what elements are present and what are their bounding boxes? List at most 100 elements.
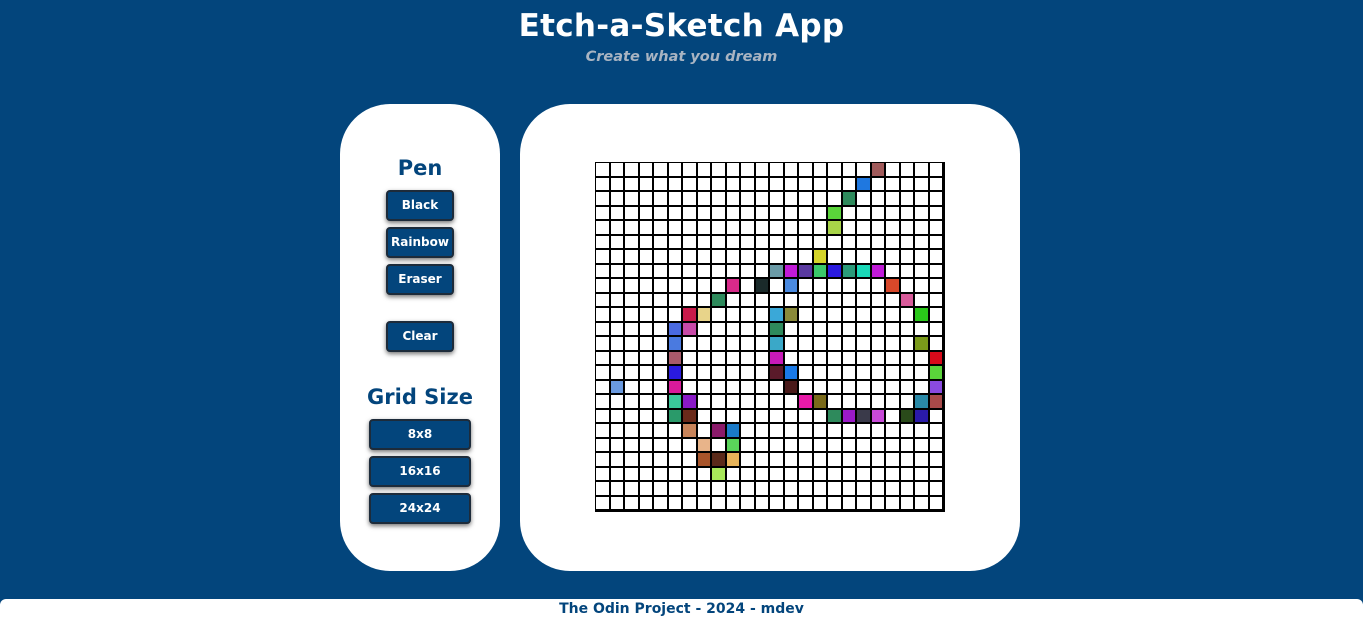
grid-cell[interactable] <box>929 163 944 178</box>
grid-cell[interactable] <box>799 264 814 279</box>
grid-cell[interactable] <box>886 337 901 352</box>
grid-cell[interactable] <box>625 424 640 439</box>
grid-cell[interactable] <box>668 163 683 178</box>
grid-cell[interactable] <box>741 264 756 279</box>
grid-cell[interactable] <box>784 308 799 323</box>
grid-cell[interactable] <box>842 206 857 221</box>
grid-cell[interactable] <box>596 235 611 250</box>
grid-cell[interactable] <box>654 192 669 207</box>
grid-cell[interactable] <box>813 351 828 366</box>
grid-cell[interactable] <box>871 221 886 236</box>
grid-cell[interactable] <box>726 235 741 250</box>
grid-cell[interactable] <box>668 221 683 236</box>
grid-cell[interactable] <box>857 496 872 511</box>
grid-cell[interactable] <box>813 453 828 468</box>
grid-cell[interactable] <box>697 366 712 381</box>
grid-cell[interactable] <box>784 206 799 221</box>
grid-cell[interactable] <box>770 424 785 439</box>
grid-cell[interactable] <box>683 366 698 381</box>
grid-cell[interactable] <box>726 163 741 178</box>
grid-cell[interactable] <box>915 482 930 497</box>
grid-cell[interactable] <box>610 366 625 381</box>
grid-cell[interactable] <box>639 192 654 207</box>
grid-cell[interactable] <box>726 322 741 337</box>
grid-cell[interactable] <box>596 395 611 410</box>
grid-cell[interactable] <box>683 453 698 468</box>
grid-cell[interactable] <box>625 235 640 250</box>
grid-cell[interactable] <box>857 366 872 381</box>
grid-cell[interactable] <box>726 177 741 192</box>
grid-cell[interactable] <box>683 279 698 294</box>
grid-cell[interactable] <box>668 424 683 439</box>
grid-cell[interactable] <box>915 163 930 178</box>
grid-cell[interactable] <box>596 453 611 468</box>
grid-cell[interactable] <box>625 293 640 308</box>
grid-cell[interactable] <box>784 380 799 395</box>
grid-cell[interactable] <box>915 221 930 236</box>
grid-cell[interactable] <box>654 264 669 279</box>
grid-cell[interactable] <box>610 380 625 395</box>
grid-cell[interactable] <box>741 163 756 178</box>
grid-cell[interactable] <box>610 351 625 366</box>
grid-cell[interactable] <box>900 250 915 265</box>
grid-cell[interactable] <box>596 496 611 511</box>
grid-cell[interactable] <box>900 380 915 395</box>
grid-cell[interactable] <box>857 177 872 192</box>
grid-cell[interactable] <box>639 293 654 308</box>
grid-cell[interactable] <box>929 250 944 265</box>
grid-cell[interactable] <box>813 163 828 178</box>
grid-cell[interactable] <box>857 206 872 221</box>
grid-cell[interactable] <box>799 279 814 294</box>
grid-cell[interactable] <box>697 380 712 395</box>
grid-cell[interactable] <box>784 322 799 337</box>
grid-cell[interactable] <box>639 380 654 395</box>
grid-cell[interactable] <box>697 322 712 337</box>
grid-cell[interactable] <box>770 221 785 236</box>
grid-cell[interactable] <box>697 221 712 236</box>
grid-cell[interactable] <box>639 322 654 337</box>
grid-cell[interactable] <box>596 467 611 482</box>
grid-cell[interactable] <box>915 409 930 424</box>
grid-cell[interactable] <box>712 322 727 337</box>
grid-cell[interactable] <box>726 192 741 207</box>
grid-cell[interactable] <box>654 322 669 337</box>
grid-cell[interactable] <box>929 192 944 207</box>
grid-cell[interactable] <box>668 351 683 366</box>
grid-cell[interactable] <box>770 409 785 424</box>
grid-cell[interactable] <box>625 496 640 511</box>
grid-cell[interactable] <box>625 467 640 482</box>
grid-cell[interactable] <box>770 438 785 453</box>
grid-cell[interactable] <box>683 409 698 424</box>
grid-cell[interactable] <box>596 322 611 337</box>
grid-cell[interactable] <box>828 482 843 497</box>
grid-cell[interactable] <box>596 206 611 221</box>
grid-cell[interactable] <box>915 293 930 308</box>
grid-cell[interactable] <box>929 322 944 337</box>
grid-cell[interactable] <box>755 221 770 236</box>
grid-cell[interactable] <box>915 337 930 352</box>
grid-cell[interactable] <box>871 235 886 250</box>
grid-cell[interactable] <box>654 235 669 250</box>
grid-cell[interactable] <box>871 308 886 323</box>
grid-cell[interactable] <box>915 250 930 265</box>
grid-cell[interactable] <box>712 496 727 511</box>
grid-cell[interactable] <box>828 438 843 453</box>
grid-cell[interactable] <box>639 308 654 323</box>
grid-cell[interactable] <box>741 177 756 192</box>
grid-cell[interactable] <box>683 395 698 410</box>
grid-cell[interactable] <box>712 221 727 236</box>
grid-cell[interactable] <box>784 163 799 178</box>
grid-cell[interactable] <box>610 206 625 221</box>
grid-cell[interactable] <box>799 467 814 482</box>
grid-cell[interactable] <box>596 221 611 236</box>
grid-cell[interactable] <box>726 250 741 265</box>
grid-cell[interactable] <box>726 438 741 453</box>
grid-cell[interactable] <box>828 337 843 352</box>
grid-cell[interactable] <box>784 424 799 439</box>
grid-cell[interactable] <box>712 163 727 178</box>
grid-cell[interactable] <box>741 293 756 308</box>
grid-cell[interactable] <box>654 308 669 323</box>
grid-cell[interactable] <box>813 409 828 424</box>
grid-cell[interactable] <box>610 482 625 497</box>
grid-cell[interactable] <box>755 482 770 497</box>
